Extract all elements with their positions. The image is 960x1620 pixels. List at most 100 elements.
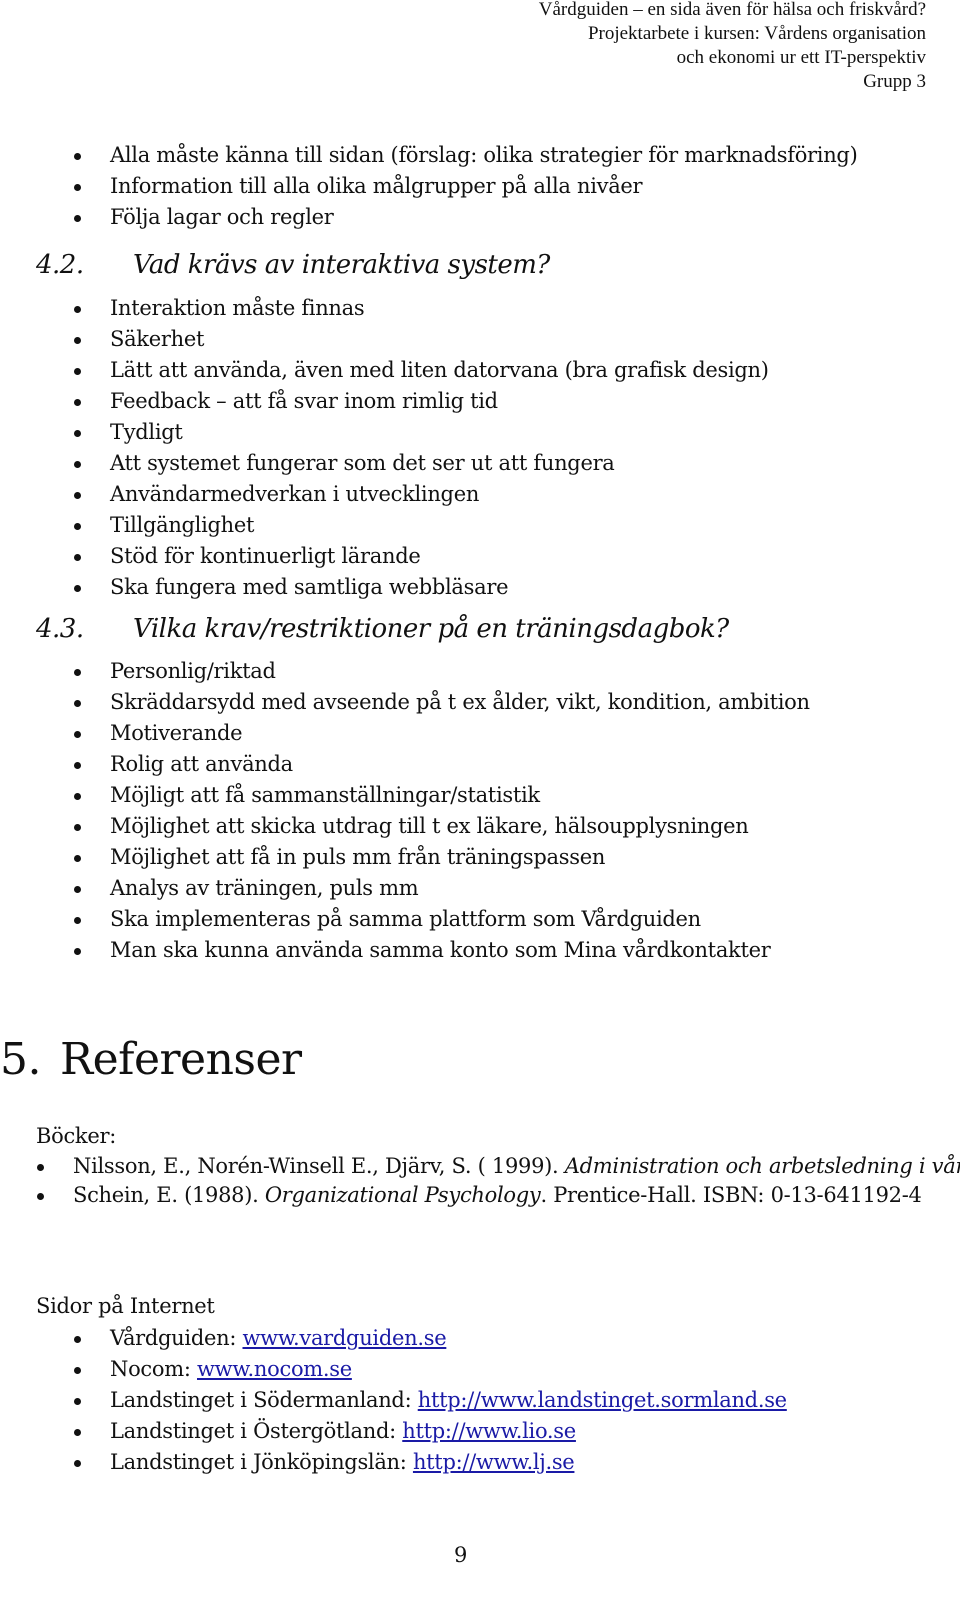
list-item-text: Analys av träningen, puls mm	[110, 876, 419, 900]
list-item-text: Feedback – att få svar inom rimlig tid	[110, 389, 498, 413]
header-line: Vårdguiden – en sida även för hälsa och …	[538, 0, 926, 20]
bullet-icon	[74, 306, 81, 313]
bullet-icon	[74, 399, 81, 406]
web-link[interactable]: http://www.lj.se	[413, 1450, 575, 1474]
web-label: Sidor på Internet	[36, 1294, 215, 1318]
list-item-text: Personlig/riktad	[110, 659, 276, 683]
list-item: Information till alla olika målgrupper p…	[0, 171, 857, 202]
bullet-icon	[74, 430, 81, 437]
list-item-text: Tillgänglighet	[110, 513, 255, 537]
list-item: Lätt att använda, även med liten datorva…	[0, 355, 769, 386]
list-item: Möjligt att få sammanställningar/statist…	[0, 780, 810, 811]
bullet-icon	[37, 1193, 44, 1200]
list-item-text: Säkerhet	[110, 327, 205, 351]
page-header: Vårdguiden – en sida även för hälsa och …	[539, 0, 926, 94]
list-item: Analys av träningen, puls mm	[0, 873, 810, 904]
bullet-icon	[74, 461, 81, 468]
header-line: Projektarbete i kursen: Vårdens organisa…	[587, 23, 926, 44]
bullet-icon	[74, 585, 81, 592]
list-item-text: Stöd för kontinuerligt lärande	[110, 544, 421, 568]
bullet-icon	[74, 793, 81, 800]
list-item: Personlig/riktad	[0, 656, 810, 687]
list-item: Möjlighet att få in puls mm från träning…	[0, 842, 810, 873]
list-item: Ska fungera med samtliga webbläsare	[0, 572, 769, 603]
bullet-icon	[74, 368, 81, 375]
list-item-text: Interaktion måste finnas	[110, 296, 365, 320]
web-reference: Landstinget i Södermanland: http://www.l…	[0, 1385, 787, 1416]
web-link[interactable]: www.nocom.se	[197, 1357, 352, 1381]
bullet-icon	[74, 492, 81, 499]
web-link[interactable]: www.vardguiden.se	[242, 1326, 446, 1350]
page-number: 9	[454, 1543, 468, 1567]
bullet-icon	[74, 554, 81, 561]
bullet-icon	[74, 917, 81, 924]
section-number: 4.3.	[36, 614, 84, 644]
web-label-text: Nocom:	[110, 1357, 197, 1381]
list-item: Att systemet fungerar som det ser ut att…	[0, 448, 769, 479]
list-item: Motiverande	[0, 718, 810, 749]
book-reference: Schein, E. (1988). Organizational Psycho…	[0, 1181, 922, 1210]
bullet-icon	[74, 700, 81, 707]
list-item-text: Möjlighet att skicka utdrag till t ex lä…	[110, 814, 749, 838]
bullet-icon	[74, 184, 81, 191]
list-item-text: Följa lagar och regler	[110, 205, 334, 229]
web-link[interactable]: http://www.landstinget.sormland.se	[418, 1388, 787, 1412]
list-item-text: Skräddarsydd med avseende på t ex ålder,…	[110, 690, 810, 714]
list-item: Man ska kunna använda samma konto som Mi…	[0, 935, 810, 966]
reference-publisher: . Prentice-Hall. ISBN: 0-13-641192-4	[540, 1183, 922, 1207]
list-item: Stöd för kontinuerligt lärande	[0, 541, 769, 572]
list-item-text: Tydligt	[110, 420, 183, 444]
web-reference: Landstinget i Jönköpingslän: http://www.…	[0, 1447, 787, 1478]
bullet-icon	[74, 1367, 81, 1374]
bullet-icon	[74, 215, 81, 222]
list-item: Användarmedverkan i utvecklingen	[0, 479, 769, 510]
list-item-text: Motiverande	[110, 721, 243, 745]
list-item: Följa lagar och regler	[0, 202, 857, 233]
list-item-text: Man ska kunna använda samma konto som Mi…	[110, 938, 771, 962]
books-label: Böcker:	[36, 1124, 117, 1148]
header-line: och ekonomi ur ett IT-perspektiv	[676, 47, 926, 68]
list-item: Rolig att använda	[0, 749, 810, 780]
bullet-icon	[74, 1398, 81, 1405]
web-link[interactable]: http://www.lio.se	[402, 1419, 576, 1443]
list-item-text: Ska implementeras på samma plattform som…	[110, 907, 701, 931]
list-item-text: Rolig att använda	[110, 752, 293, 776]
bullet-icon	[74, 1429, 81, 1436]
list-item-text: Ska fungera med samtliga webbläsare	[110, 575, 509, 599]
section-title: Referenser	[60, 1034, 302, 1085]
bullet-icon	[74, 762, 81, 769]
bullet-icon	[74, 337, 81, 344]
section-heading-4-2: 4.2. Vad krävs av interaktiva system?	[36, 250, 550, 280]
header-line: Grupp 3	[863, 71, 926, 92]
list-item: Skräddarsydd med avseende på t ex ålder,…	[0, 687, 810, 718]
web-label-text: Vårdguiden:	[110, 1326, 243, 1350]
list-item-text: Möjligt att få sammanställningar/statist…	[110, 783, 540, 807]
list-item-text: Lätt att använda, även med liten datorva…	[110, 358, 769, 382]
list-item-text: Att systemet fungerar som det ser ut att…	[110, 451, 615, 475]
section-title: Vilka krav/restriktioner på en träningsd…	[133, 614, 729, 644]
list-item: Feedback – att få svar inom rimlig tid	[0, 386, 769, 417]
list-item: Tillgänglighet	[0, 510, 769, 541]
section-number: 4.2.	[36, 250, 84, 280]
web-list: Vårdguiden: www.vardguiden.se Nocom: www…	[0, 1323, 787, 1478]
section-number: 5.	[0, 1034, 41, 1085]
bullet-icon	[74, 824, 81, 831]
web-label-text: Landstinget i Jönköpingslän:	[110, 1450, 413, 1474]
list-item-text: Möjlighet att få in puls mm från träning…	[110, 845, 606, 869]
list-item: Ska implementeras på samma plattform som…	[0, 904, 810, 935]
list-item: Tydligt	[0, 417, 769, 448]
bullet-icon	[74, 886, 81, 893]
bullet-icon	[37, 1164, 44, 1171]
bullet-icon	[74, 153, 81, 160]
bullet-icon	[74, 669, 81, 676]
section-title: Vad krävs av interaktiva system?	[133, 250, 550, 280]
section-heading-4-3: 4.3. Vilka krav/restriktioner på en träni…	[36, 614, 729, 644]
list-item: Säkerhet	[0, 324, 769, 355]
reference-title: Administration och arbetsledning i vård …	[564, 1154, 960, 1178]
section-heading-5: 5. Referenser	[0, 1034, 302, 1085]
list-item: Alla måste känna till sidan (förslag: ol…	[0, 140, 858, 171]
list-item: Möjlighet att skicka utdrag till t ex lä…	[0, 811, 810, 842]
reference-authors: Nilsson, E., Norén-Winsell E., Djärv, S.…	[73, 1154, 565, 1178]
web-reference: Landstinget i Östergötland: http://www.l…	[0, 1416, 787, 1447]
intro-list: Alla måste känna till sidan (förslag: ol…	[0, 140, 858, 233]
